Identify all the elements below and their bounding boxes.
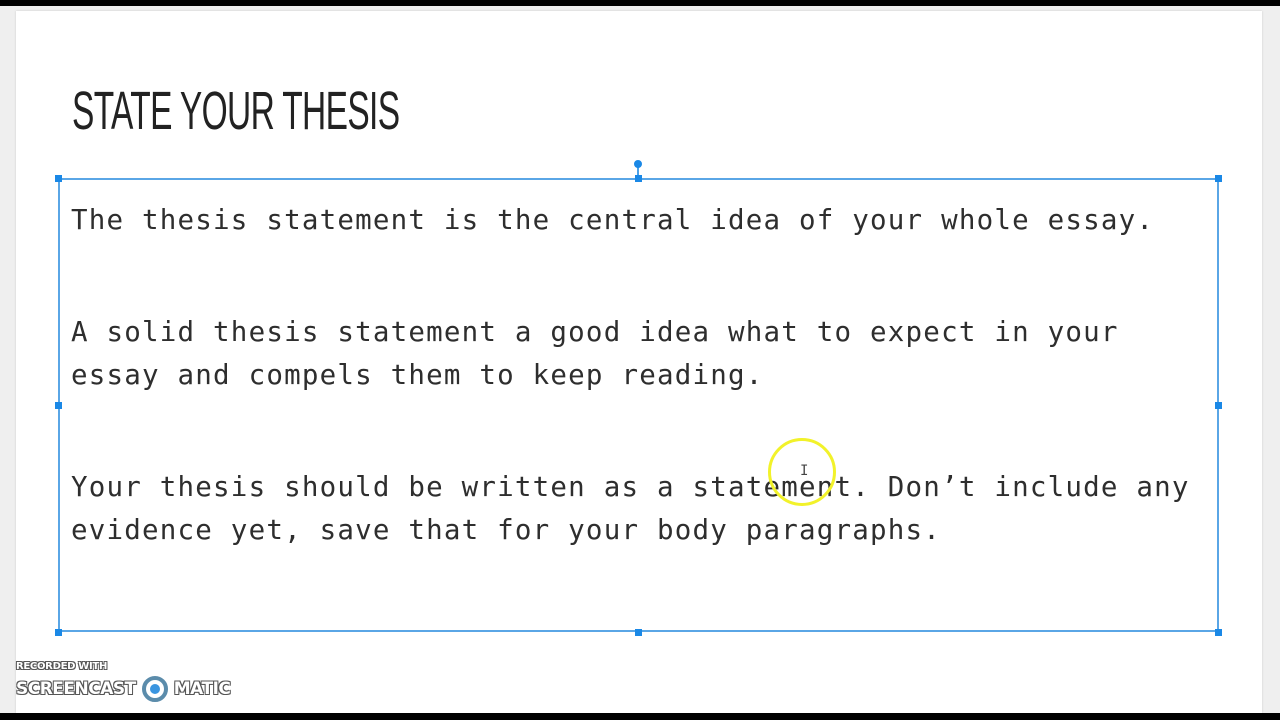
selected-text-box[interactable] (58, 178, 1219, 632)
resize-handle-middle-right[interactable] (1215, 402, 1222, 409)
resize-handle-bottom-right[interactable] (1215, 629, 1222, 636)
resize-handle-bottom-left[interactable] (55, 629, 62, 636)
resize-handle-bottom-center[interactable] (635, 629, 642, 636)
resize-handle-middle-left[interactable] (55, 402, 62, 409)
editor-viewport: STATE YOUR THESIS The thesis statement i… (0, 6, 1280, 713)
paragraph-thesis-definition[interactable]: The thesis statement is the central idea… (71, 199, 1154, 242)
rotation-handle[interactable] (634, 160, 642, 168)
text-cursor-icon: I (800, 463, 809, 479)
paragraph-thesis-guidance[interactable]: Your thesis should be written as a state… (71, 466, 1211, 552)
resize-handle-top-center[interactable] (635, 175, 642, 182)
resize-handle-top-left[interactable] (55, 175, 62, 182)
watermark-screencast: SCREENCAST (16, 679, 136, 699)
resize-handle-top-right[interactable] (1215, 175, 1222, 182)
watermark-matic: MATIC (173, 679, 231, 699)
paragraph-solid-thesis[interactable]: A solid thesis statement a good idea wha… (71, 311, 1211, 397)
screencast-watermark: RECORDED WITH SCREENCAST MATIC (16, 660, 231, 702)
slide-canvas[interactable]: STATE YOUR THESIS The thesis statement i… (16, 11, 1262, 713)
screencast-logo-icon (141, 676, 168, 702)
slide-title[interactable]: STATE YOUR THESIS (72, 81, 400, 141)
watermark-recorded-with: RECORDED WITH (16, 661, 108, 672)
